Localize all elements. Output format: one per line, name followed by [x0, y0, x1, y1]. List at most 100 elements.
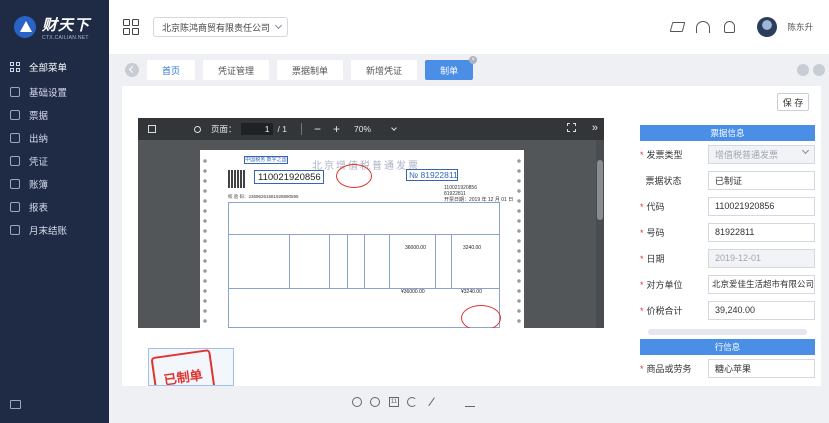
- bottom-toolbar: 11: [109, 386, 829, 423]
- ledger-icon: [10, 178, 20, 189]
- goods-input[interactable]: 糖心苹果: [708, 358, 815, 378]
- fit-page-icon[interactable]: 11: [389, 397, 399, 407]
- code-input[interactable]: 110021920856: [708, 196, 815, 216]
- zoom-select[interactable]: 70%: [354, 123, 397, 135]
- sidebar-item-basic-settings[interactable]: 基础设置: [0, 80, 109, 103]
- zoom-level: 70%: [354, 124, 372, 134]
- company-name: 北京陈鸿商贸有限责任公司: [162, 22, 271, 33]
- sidebar-item-cashier[interactable]: 出纳: [0, 126, 109, 149]
- field-row-code: * 代码 110021920856: [640, 193, 815, 219]
- rotate-icon[interactable]: [407, 397, 417, 407]
- invoice-code: 110021920856: [254, 170, 324, 184]
- field-row-total: * 价税合计 39,240.00: [640, 297, 815, 323]
- download-icon[interactable]: [465, 397, 475, 407]
- invoice-tag: 中国税务 数字之国: [244, 156, 288, 164]
- send-icon[interactable]: [665, 22, 689, 32]
- sidebar-item-reports[interactable]: 报表: [0, 195, 109, 218]
- receipt-status-field[interactable]: 已制证: [708, 170, 815, 190]
- field-row-date: * 日期 2019-12-01: [640, 245, 815, 271]
- cashier-icon: [10, 132, 20, 143]
- tab-home[interactable]: 首页: [147, 60, 196, 80]
- sidebar-item-month-end[interactable]: 月末结账: [0, 218, 109, 241]
- invoice-number-box: № 81922811: [406, 169, 458, 181]
- tab-scroll-left-icon[interactable]: [125, 63, 139, 77]
- search-icon[interactable]: [194, 125, 201, 133]
- total-input[interactable]: 39,240.00: [708, 300, 815, 320]
- app-logo[interactable]: 财天下 CTX.CAILIAN.NET: [0, 0, 109, 54]
- username[interactable]: 陈东升: [787, 21, 813, 33]
- qr-code-icon: [228, 170, 246, 188]
- number-input[interactable]: 81922811: [708, 222, 815, 242]
- collapse-sidebar-icon[interactable]: [10, 400, 21, 409]
- bell-icon[interactable]: [717, 21, 741, 33]
- save-button[interactable]: 保 存: [777, 93, 809, 111]
- date-input[interactable]: 2019-12-01: [708, 248, 815, 268]
- tab-new-voucher[interactable]: 新增凭证: [351, 60, 418, 80]
- pdf-toolbar: 页面： 1 / 1 − + 70% »: [138, 118, 604, 140]
- invoice-thumbnail[interactable]: 已制单: [148, 348, 234, 386]
- sidebar-item-label: 月末结账: [29, 225, 68, 237]
- month-end-icon: [10, 224, 20, 235]
- section-header-receipt-info: 票据信息: [640, 125, 815, 141]
- invoice-tax: 3240.00: [463, 245, 482, 251]
- sidebar-item-receipts[interactable]: 票据: [0, 103, 109, 126]
- sidebar-item-label: 凭证: [29, 156, 49, 168]
- app-grid-icon[interactable]: [123, 19, 139, 35]
- invoice-amount: 36000.00: [405, 245, 426, 251]
- invoice-total-tax: ¥3240.00: [461, 289, 482, 295]
- form-scrollbar[interactable]: [648, 329, 807, 335]
- sidebar: 财天下 CTX.CAILIAN.NET 全部菜单 基础设置 票据 出纳 凭证 账…: [0, 0, 109, 423]
- page-total: / 1: [277, 124, 287, 134]
- tab-bar: 首页 凭证管理 票据制单 新增凭证 制单 ×: [109, 54, 829, 86]
- chevron-down-icon: [274, 21, 283, 30]
- tab-receipt-voucher[interactable]: 票据制单: [277, 60, 344, 80]
- receipt-info-form: 票据信息 * 发票类型 增值税普通发票 票据状态 已制证 * 代码 11002192…: [640, 125, 815, 381]
- settings-icon: [10, 86, 20, 97]
- sidebar-item-ledger[interactable]: 账簿: [0, 172, 109, 195]
- sidebar-item-all-menu[interactable]: 全部菜单: [0, 54, 109, 80]
- zoom-out-icon[interactable]: −: [314, 123, 321, 135]
- headset-icon[interactable]: [691, 21, 715, 33]
- tab-voucher-management[interactable]: 凭证管理: [203, 60, 270, 80]
- sidebar-item-label: 报表: [29, 202, 49, 214]
- page-number-input[interactable]: 1: [240, 123, 273, 135]
- tab-make-voucher[interactable]: 制单 ×: [425, 56, 478, 80]
- zoom-out-icon[interactable]: [370, 397, 380, 407]
- sidebar-toggle-icon[interactable]: [148, 125, 156, 133]
- grid-icon: [10, 62, 20, 72]
- logo-icon: [14, 16, 36, 38]
- logo-text: 财天下: [42, 16, 91, 34]
- report-icon: [10, 201, 20, 212]
- zoom-in-icon[interactable]: [352, 397, 362, 407]
- field-row-goods: * 商品或劳务 糖心苹果: [640, 355, 815, 381]
- tab-menu-icon[interactable]: [813, 64, 825, 76]
- sidebar-item-label: 基础设置: [29, 87, 68, 99]
- chevron-down-icon: [391, 124, 397, 131]
- check-code-line: 校 验 码：23696261581928890595: [228, 194, 299, 199]
- invoice-small-no: 110021920856 81922811 开票日期：2019 年 12 月 0…: [444, 185, 514, 203]
- close-tab-icon[interactable]: ×: [469, 56, 478, 64]
- main-content: 保 存 页面： 1 / 1 − + 70% » 中国税务 数字之国 北京增值税普…: [122, 86, 821, 386]
- field-row-receipt-status: 票据状态 已制证: [640, 167, 815, 193]
- section-header-line-info: 行信息: [640, 339, 815, 355]
- seller-stamp-icon: [461, 305, 501, 328]
- sidebar-item-label: 票据: [29, 110, 49, 122]
- zoom-in-icon[interactable]: +: [333, 123, 340, 135]
- invoice-table: 36000.00 3240.00 ¥36000.00 ¥3240.00: [228, 202, 501, 328]
- fullscreen-icon[interactable]: [566, 123, 576, 132]
- viewer-scrollbar[interactable]: [596, 140, 604, 328]
- page-label: 页面：: [211, 124, 237, 134]
- company-selector[interactable]: 北京陈鸿商贸有限责任公司: [153, 17, 289, 37]
- receipt-icon: [10, 109, 20, 120]
- invoice-type-select[interactable]: 增值税普通发票: [708, 144, 815, 164]
- field-row-counterparty: * 对方单位 北京爱佳生活超市有限公司: [640, 271, 815, 297]
- avatar[interactable]: [757, 17, 778, 37]
- field-row-invoice-type: * 发票类型 增值税普通发票: [640, 141, 815, 167]
- sidebar-item-voucher[interactable]: 凭证: [0, 149, 109, 172]
- tab-scroll-right-icon[interactable]: [797, 64, 809, 76]
- tax-seal-icon: [336, 164, 372, 188]
- invoice-page: 中国税务 数字之国 北京增值税普通发票 110021920856 № 81922…: [200, 150, 524, 328]
- edit-icon[interactable]: [428, 397, 436, 407]
- more-tools-icon[interactable]: »: [592, 123, 598, 134]
- counterparty-input[interactable]: 北京爱佳生活超市有限公司: [708, 274, 815, 294]
